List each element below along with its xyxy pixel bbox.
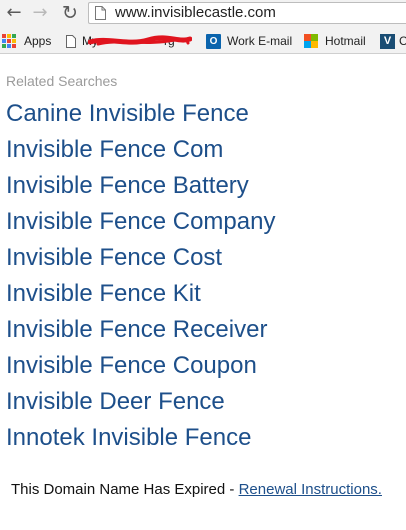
v-logo-icon: V (380, 33, 395, 49)
bookmark-apps-label: Apps (24, 34, 52, 48)
address-bar[interactable]: www.invisiblecastle.com (88, 2, 406, 24)
forward-arrow-icon[interactable]: → (30, 3, 50, 23)
apps-grid-dot (12, 39, 16, 43)
related-link[interactable]: Invisible Fence Battery (6, 172, 249, 199)
outlook-icon: O (206, 33, 221, 49)
list-item: Invisible Fence Receiver (6, 312, 275, 348)
ms-logo-square (304, 41, 311, 48)
related-link[interactable]: Canine Invisible Fence (6, 100, 249, 127)
renewal-instructions-link[interactable]: Renewal Instructions. (239, 481, 382, 498)
microsoft-logo-icon (304, 34, 318, 48)
apps-grid-dot (2, 34, 6, 38)
related-link[interactable]: Invisible Fence Cost (6, 244, 222, 271)
ms-logo-square (311, 34, 318, 41)
expired-notice: This Domain Name Has Expired - Renewal I… (11, 481, 382, 498)
apps-grid-icon (2, 34, 16, 48)
ms-logo-square (304, 34, 311, 41)
list-item: Invisible Fence Kit (6, 276, 275, 312)
bookmark-v[interactable]: V C (380, 28, 406, 54)
list-item: Invisible Fence Battery (6, 168, 275, 204)
list-item: Invisible Fence Cost (6, 240, 275, 276)
bookmark-hotmail-label: Hotmail (325, 34, 366, 48)
related-searches-heading: Related Searches (6, 73, 118, 89)
apps-grid-dot (7, 44, 11, 48)
apps-grid-dot (12, 44, 16, 48)
back-arrow-icon[interactable]: ← (4, 3, 24, 23)
related-link[interactable]: Invisible Deer Fence (6, 388, 225, 415)
bookmark-v-label: C (399, 34, 406, 48)
bookmark-work-email-label: Work E-mail (227, 34, 293, 48)
bookmarks-bar: Apps My rg O Work E-mail Hotmail V C (0, 28, 406, 54)
related-link[interactable]: Invisible Fence Company (6, 208, 275, 235)
apps-grid-dot (2, 44, 6, 48)
reload-icon[interactable]: ↻ (60, 3, 80, 23)
bookmark-work-email[interactable]: O Work E-mail (206, 28, 292, 54)
apps-grid-dot (7, 39, 11, 43)
list-item: Invisible Fence Coupon (6, 348, 275, 384)
related-link[interactable]: Invisible Fence Coupon (6, 352, 257, 379)
bookmark-apps[interactable]: Apps (2, 28, 51, 54)
related-link[interactable]: Invisible Fence Com (6, 136, 223, 163)
apps-grid-dot (2, 39, 6, 43)
bookmark-hotmail[interactable]: Hotmail (304, 28, 366, 54)
list-item: Invisible Fence Company (6, 204, 275, 240)
related-link[interactable]: Innotek Invisible Fence (6, 424, 251, 451)
related-link[interactable]: Invisible Fence Kit (6, 280, 201, 307)
ms-logo-square (311, 41, 318, 48)
browser-toolbar: ← → ↻ www.invisiblecastle.com (0, 0, 406, 28)
list-item: Invisible Deer Fence (6, 384, 275, 420)
apps-grid-dot (12, 34, 16, 38)
redaction-scribble (88, 35, 192, 46)
expired-notice-text: This Domain Name Has Expired - (11, 481, 239, 498)
bookmark-my[interactable]: My rg (66, 28, 192, 54)
page-icon (66, 34, 76, 48)
list-item: Canine Invisible Fence (6, 96, 275, 132)
related-search-list: Canine Invisible Fence Invisible Fence C… (6, 96, 275, 456)
list-item: Innotek Invisible Fence (6, 420, 275, 456)
page-icon (95, 6, 106, 20)
url-text[interactable]: www.invisiblecastle.com (115, 4, 276, 21)
list-item: Invisible Fence Com (6, 132, 275, 168)
apps-grid-dot (7, 34, 11, 38)
related-link[interactable]: Invisible Fence Receiver (6, 316, 267, 343)
